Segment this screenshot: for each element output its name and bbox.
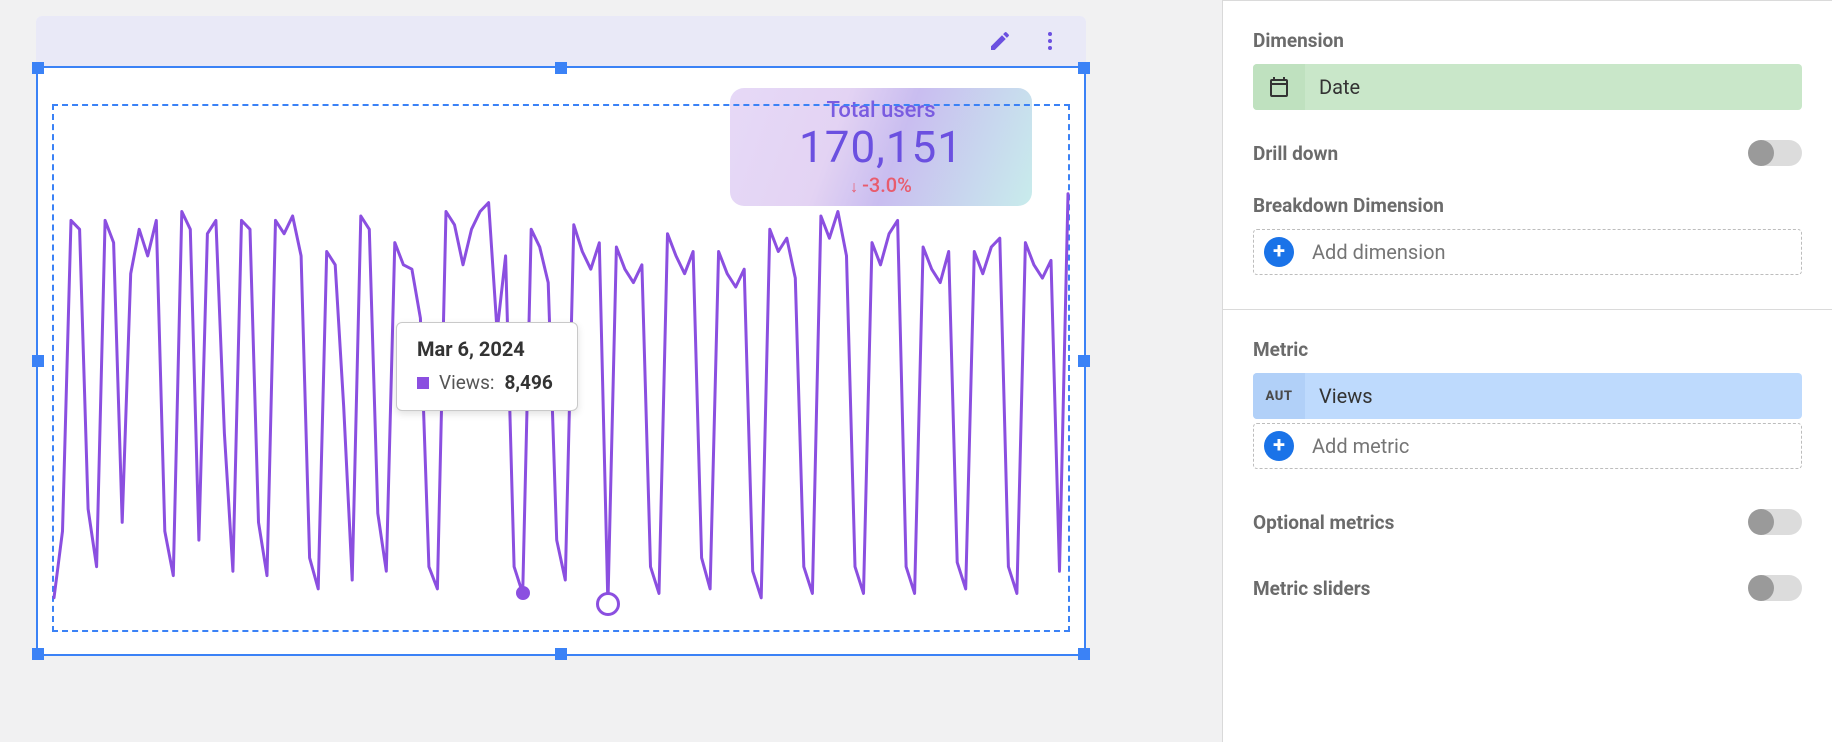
metric-sliders-label: Metric sliders [1253,577,1370,600]
metric-section-label: Metric [1253,338,1802,361]
drill-down-label: Drill down [1253,142,1338,165]
optional-metrics-row: Optional metrics [1253,509,1802,535]
dimension-chip[interactable]: Date [1253,64,1802,110]
add-metric-placeholder: Add metric [1312,434,1409,458]
resize-handle[interactable] [1078,355,1090,367]
chart-card[interactable]: Total users 170,151 ↓-3.0% [36,16,1086,654]
drill-down-row: Drill down [1253,140,1802,166]
chart-card-header [36,16,1086,66]
metric-type-badge: AUT [1253,373,1305,419]
metric-chip[interactable]: AUT Views [1253,373,1802,419]
optional-metrics-label: Optional metrics [1253,511,1394,534]
resize-handle[interactable] [555,648,567,660]
tooltip-row: Views: 8,496 [417,371,557,394]
resize-handle[interactable] [32,62,44,74]
metric-sliders-row: Metric sliders [1253,575,1802,601]
resize-handle[interactable] [32,648,44,660]
chart-hover-dot [516,586,530,600]
resize-handle[interactable] [555,62,567,74]
calendar-icon [1253,64,1305,110]
tooltip-metric-value: 8,496 [504,371,552,394]
plus-icon: + [1264,237,1294,267]
resize-handle[interactable] [1078,648,1090,660]
edit-pencil-icon[interactable] [986,27,1014,55]
resize-handle[interactable] [1078,62,1090,74]
more-vert-icon[interactable] [1036,27,1064,55]
breakdown-section-label: Breakdown Dimension [1253,194,1802,217]
chart-hover-marker [596,592,620,616]
dimension-chip-label: Date [1305,64,1802,110]
add-dimension-placeholder: Add dimension [1312,240,1446,264]
plus-icon: + [1264,431,1294,461]
metric-sliders-toggle[interactable] [1750,575,1802,601]
tooltip-metric-label: Views: [439,371,494,394]
optional-metrics-toggle[interactable] [1750,509,1802,535]
series-swatch-icon [417,377,429,389]
add-dimension-button[interactable]: + Add dimension [1253,229,1802,275]
add-metric-button[interactable]: + Add metric [1253,423,1802,469]
chart-tooltip: Mar 6, 2024 Views: 8,496 [396,322,578,411]
metric-chip-label: Views [1305,373,1802,419]
drill-down-toggle[interactable] [1750,140,1802,166]
dimension-section-label: Dimension [1253,29,1802,52]
properties-panel: Dimension Date Drill down Breakdown Dime… [1222,0,1832,742]
resize-handle[interactable] [32,355,44,367]
report-canvas[interactable]: Total users 170,151 ↓-3.0% [0,0,1222,742]
tooltip-date: Mar 6, 2024 [417,337,557,361]
